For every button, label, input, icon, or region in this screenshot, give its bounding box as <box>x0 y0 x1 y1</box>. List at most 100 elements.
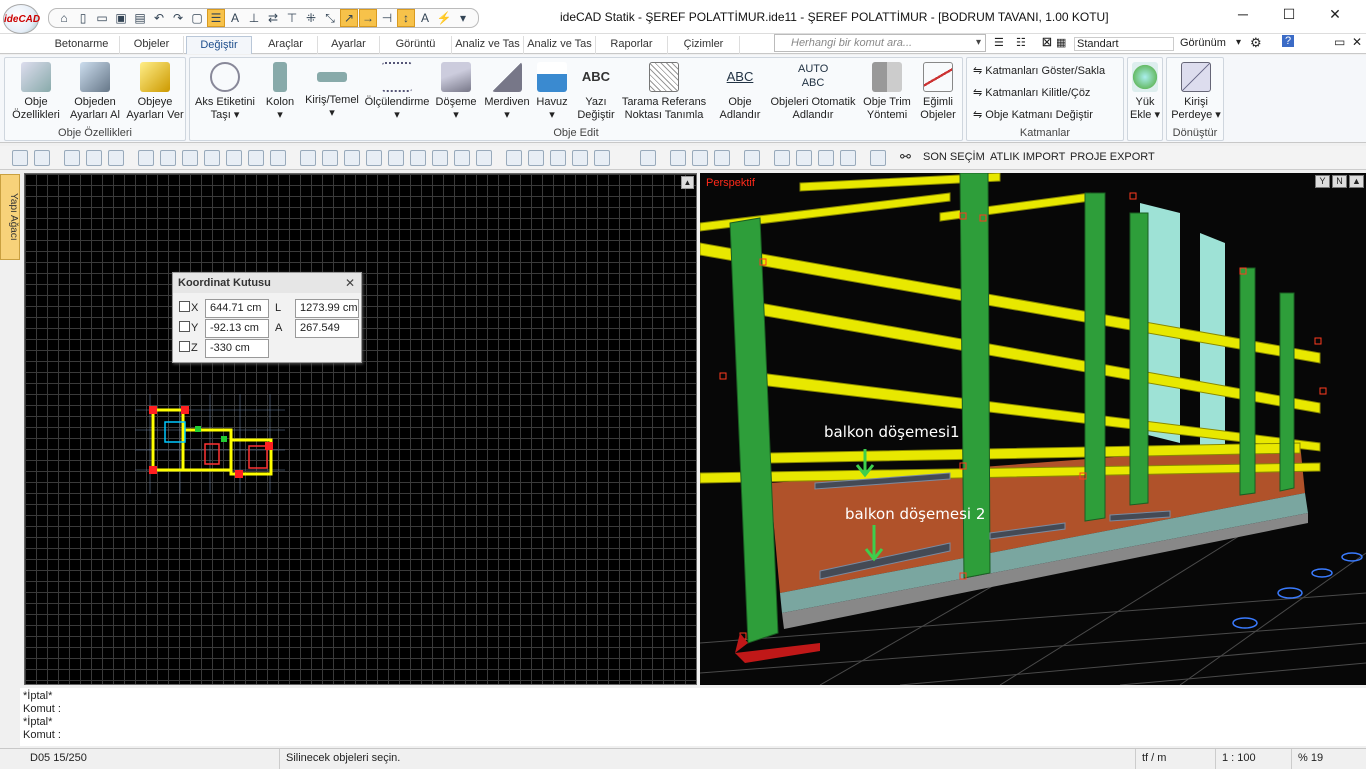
katman-kilitle-button[interactable]: ⇋ Katmanları Kilitle/Çöz <box>973 86 1090 99</box>
extend-tool-icon[interactable] <box>322 150 338 166</box>
style-select[interactable]: Standart <box>1074 37 1174 51</box>
undo-tool-icon[interactable] <box>572 150 588 166</box>
text-style-icon[interactable]: A <box>416 9 434 27</box>
lightning-icon[interactable]: ⚡ <box>435 9 453 27</box>
tab-degistir[interactable]: Değiştir <box>186 36 252 54</box>
olculendirme-button[interactable]: Ölçülendirme ▾ <box>364 60 430 122</box>
help-icon[interactable]: ? <box>1282 35 1295 47</box>
mirror-icon[interactable] <box>226 150 242 166</box>
hat-icon[interactable] <box>344 150 360 166</box>
auto-abc-icon[interactable] <box>870 150 886 166</box>
coordinate-box-close-icon[interactable]: ✕ <box>345 276 355 290</box>
qat-dropdown-icon[interactable]: ▾ <box>454 9 472 27</box>
y-lock-checkbox[interactable] <box>179 321 190 332</box>
undo-icon[interactable]: ↶ <box>150 9 168 27</box>
extend-icon[interactable]: → <box>359 9 377 27</box>
zoom-icon[interactable] <box>12 150 28 166</box>
objeden-ayarlari-al-button[interactable]: Objeden Ayarları Al <box>65 60 125 122</box>
level-icon[interactable] <box>818 150 834 166</box>
kiris-temel-button[interactable]: Kiriş/Temel ▾ <box>300 60 364 120</box>
copy-props-icon[interactable] <box>670 150 686 166</box>
match-icon[interactable] <box>692 150 708 166</box>
zoom-window-icon[interactable] <box>34 150 50 166</box>
list-icon[interactable] <box>640 150 656 166</box>
pan-icon[interactable] <box>138 150 154 166</box>
move-tool-icon[interactable] <box>160 150 176 166</box>
replace-icon[interactable] <box>714 150 730 166</box>
redo-icon[interactable]: ↷ <box>169 9 187 27</box>
close-button[interactable]: ✕ <box>1312 6 1358 26</box>
angle-snap-icon[interactable]: ↗ <box>340 9 358 27</box>
tab-objeler[interactable]: Objeler <box>120 36 184 54</box>
view-dropdown-icon[interactable]: ▾ <box>1236 37 1241 48</box>
objeye-ayarlari-ver-button[interactable]: Objeye Ayarları Ver <box>125 60 185 122</box>
z-value-field[interactable]: -330 cm <box>205 339 269 358</box>
paint-icon[interactable] <box>108 150 124 166</box>
otomatik-adlandir-button[interactable]: AUTO ABC Objeleri Otomatik Adlandır <box>766 60 860 122</box>
open-file-icon[interactable]: ▭ <box>93 9 111 27</box>
grid-snap-icon[interactable]: ⁜ <box>302 9 320 27</box>
explode-icon[interactable] <box>410 150 426 166</box>
window-icon[interactable]: ▢ <box>188 9 206 27</box>
settings-icon[interactable]: ⚙ <box>1250 35 1262 51</box>
tab-betonarme[interactable]: Betonarme <box>44 36 120 54</box>
tab-analiz-2[interactable]: Analiz ve Tas <box>524 36 596 54</box>
polyline-icon[interactable] <box>506 150 522 166</box>
yuk-ekle-button[interactable]: Yük Ekle ▾ <box>1128 60 1162 122</box>
plan-viewport[interactable]: ▲ <box>24 173 697 685</box>
text-icon[interactable]: A <box>226 9 244 27</box>
move-icon[interactable]: ⇄ <box>264 9 282 27</box>
obje-adlandir-button[interactable]: ABC Obje Adlandır <box>714 60 766 122</box>
atlik-import-button[interactable]: ATLIK IMPORT <box>990 151 1065 163</box>
minimize-button[interactable]: ─ <box>1220 6 1266 26</box>
aks-etiketini-tasi-button[interactable]: Aks Etiketini Taşı ▾ <box>190 60 260 122</box>
save-as-icon[interactable]: ▤ <box>131 9 149 27</box>
yazi-degistir-button[interactable]: ABC Yazı Değiştir <box>574 60 618 122</box>
arc-icon[interactable] <box>528 150 544 166</box>
havuz-button[interactable]: Havuz ▾ <box>532 60 572 122</box>
polar-icon[interactable]: ↕ <box>397 9 415 27</box>
command-search-input[interactable]: Herhangi bir komut ara... <box>774 34 986 52</box>
north-icon[interactable]: N <box>1332 175 1347 188</box>
status-zoom[interactable]: % 19 <box>1292 749 1366 769</box>
chart-icon[interactable] <box>366 150 382 166</box>
proje-export-button[interactable]: PROJE EXPORT <box>1070 151 1155 163</box>
obje-ozellikleri-button[interactable]: Obje Özellikleri <box>7 60 65 122</box>
command-search-dropdown-icon[interactable]: ▾ <box>976 37 981 48</box>
tarama-referans-button[interactable]: Tarama Referans Noktası Tanımla <box>618 60 710 122</box>
katman-goster-sakla-button[interactable]: ⇋ Katmanları Göster/Sakla <box>973 64 1105 77</box>
pencil-icon[interactable] <box>64 150 80 166</box>
layers-icon[interactable]: ☰ <box>994 36 1004 49</box>
binoculars-icon[interactable]: ⚯ <box>900 150 916 166</box>
layers-stack-icon[interactable]: ☷ <box>1016 36 1026 49</box>
trim-tool-icon[interactable] <box>300 150 316 166</box>
copy-tool-icon[interactable] <box>182 150 198 166</box>
tab-raporlar[interactable]: Raporlar <box>596 36 668 54</box>
checkbox-icon[interactable]: ☒ <box>1042 36 1052 49</box>
x-lock-checkbox[interactable] <box>179 301 190 312</box>
kolon-button[interactable]: Kolon ▾ <box>260 60 300 122</box>
track-icon[interactable]: ⊣ <box>378 9 396 27</box>
merdiven-button[interactable]: Merdiven ▾ <box>482 60 532 122</box>
trim-icon[interactable]: ⊤ <box>283 9 301 27</box>
hatch-tool-icon[interactable] <box>774 150 790 166</box>
filter-icon[interactable]: Y <box>1315 175 1330 188</box>
doseme-button[interactable]: Döşeme ▾ <box>430 60 482 122</box>
son-secim-button[interactable]: SON SEÇİM <box>923 151 985 163</box>
l-value-field[interactable]: 1273.99 cm <box>295 299 359 318</box>
perspective-viewport[interactable]: balkon döşemesi1 balkon döşemesi 2 Persp… <box>700 173 1366 685</box>
command-history[interactable]: *İptal* Komut : *İptal* Komut : <box>20 688 1366 746</box>
join-icon[interactable] <box>432 150 448 166</box>
pipette-tool-icon[interactable] <box>86 150 102 166</box>
katman-degistir-button[interactable]: ⇋ Obje Katmanı Değiştir <box>973 108 1093 121</box>
ribbon-close-icon[interactable]: ✕ <box>1352 35 1362 49</box>
save-icon[interactable]: ▣ <box>112 9 130 27</box>
kirisi-perdeye-button[interactable]: Kirişi Perdeye ▾ <box>1169 60 1223 122</box>
tab-cizimler[interactable]: Çizimler <box>668 36 740 54</box>
find-icon[interactable] <box>840 150 856 166</box>
snap-toggle-icon[interactable]: ☰ <box>207 9 225 27</box>
brush-icon[interactable] <box>476 150 492 166</box>
egimli-objeler-button[interactable]: Eğimli Objeler <box>914 60 962 122</box>
ribbon-minimize-icon[interactable]: ▭ <box>1334 35 1345 49</box>
scale-icon[interactable] <box>248 150 264 166</box>
